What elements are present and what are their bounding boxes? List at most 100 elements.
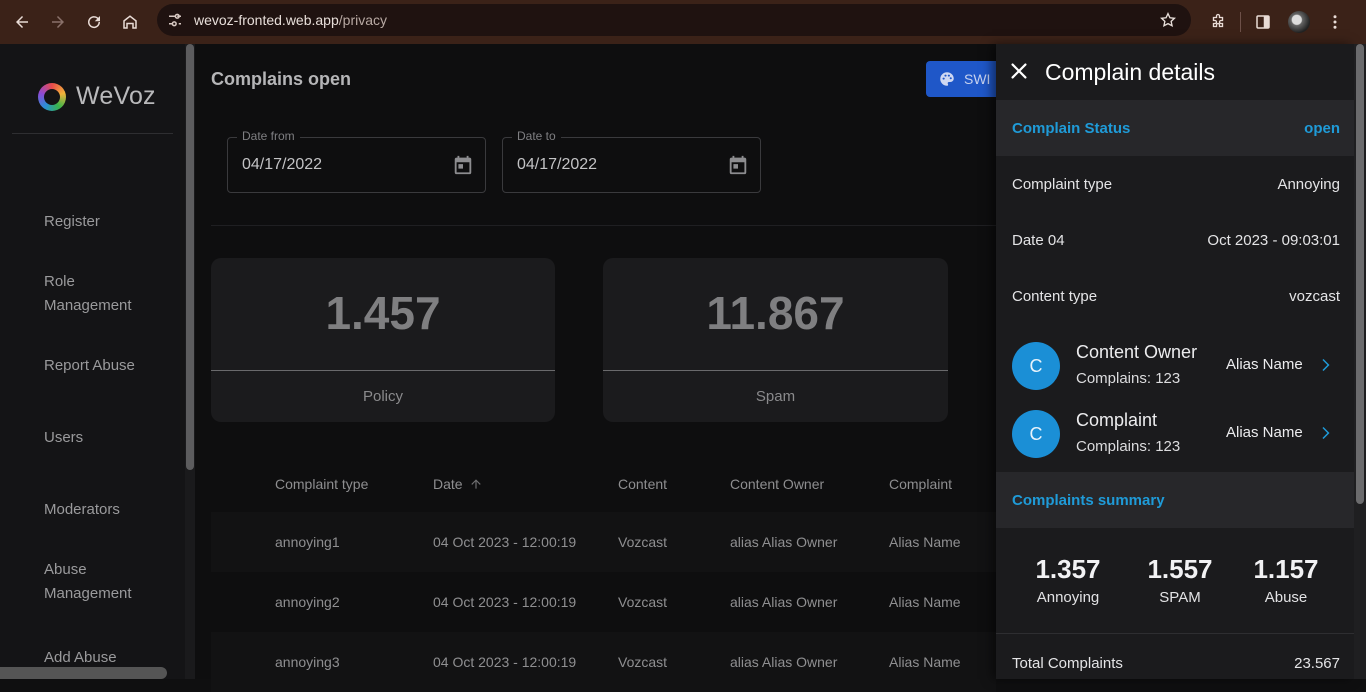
total-complaints-row: Total Complaints 23.567 bbox=[1012, 655, 1340, 679]
home-button[interactable] bbox=[112, 4, 148, 40]
sidebar-item-register[interactable]: Register bbox=[44, 210, 100, 234]
sidebar-item-moderators[interactable]: Moderators bbox=[44, 498, 120, 522]
address-bar[interactable]: wevoz-fronted.web.app/privacy bbox=[157, 4, 1191, 36]
site-info-icon[interactable] bbox=[166, 11, 184, 29]
complaints-summary-label: Complaints summary bbox=[1012, 492, 1165, 509]
sidebar: WeVoz Register Role Management Report Ab… bbox=[0, 44, 185, 679]
reload-button[interactable] bbox=[76, 4, 112, 40]
sidebar-scroll-thumb[interactable] bbox=[186, 44, 194, 470]
cell-date: 04 Oct 2023 - 12:00:19 bbox=[433, 594, 577, 610]
date-to-field[interactable]: Date to 04/17/2022 bbox=[502, 129, 761, 193]
forward-button[interactable] bbox=[40, 4, 76, 40]
bookmark-star-icon[interactable] bbox=[1159, 11, 1177, 29]
back-button[interactable] bbox=[4, 4, 40, 40]
summary-stat-spam: 1.557 SPAM bbox=[1140, 554, 1220, 606]
complain-status-value: open bbox=[1304, 120, 1340, 137]
table-row[interactable]: annoying2 04 Oct 2023 - 12:00:19 Vozcast… bbox=[211, 572, 996, 632]
date-to-label: Date to bbox=[512, 129, 561, 143]
drawer-scrollbar[interactable] bbox=[1354, 44, 1366, 679]
stat-card-value: 1.457 bbox=[325, 287, 441, 339]
summary-stat-value: 1.357 bbox=[1035, 554, 1101, 584]
stat-card-spam[interactable]: 11.867 Spam bbox=[603, 258, 948, 422]
cell-content-owner: alias Alias Owner bbox=[730, 594, 838, 610]
side-panel-button[interactable] bbox=[1245, 4, 1281, 40]
content-owner-row[interactable]: C Content Owner Complains: 123 Alias Nam… bbox=[1012, 342, 1340, 394]
browser-menu-button[interactable] bbox=[1317, 4, 1353, 40]
sidebar-horizontal-scrollbar[interactable] bbox=[0, 667, 167, 679]
section-divider bbox=[211, 225, 996, 226]
palette-icon bbox=[940, 72, 954, 86]
date-from-field[interactable]: Date from 04/17/2022 bbox=[227, 129, 486, 193]
complaints-summary-section: Complaints summary bbox=[996, 472, 1354, 528]
complaint-row[interactable]: C Complaint Complains: 123 Alias Name bbox=[1012, 410, 1340, 462]
brand-name: WeVoz bbox=[76, 82, 156, 110]
cell-content: Vozcast bbox=[618, 594, 668, 610]
profile-button[interactable] bbox=[1281, 4, 1317, 40]
cell-complaint: Alias Name bbox=[889, 594, 961, 610]
browser-tools bbox=[1200, 4, 1353, 40]
stat-card-value: 11.867 bbox=[706, 287, 845, 339]
url-text: wevoz-fronted.web.app/privacy bbox=[194, 12, 387, 28]
detail-value: Annoying bbox=[1277, 176, 1340, 193]
wevoz-logo-icon bbox=[38, 82, 66, 111]
brand-logo[interactable]: WeVoz bbox=[38, 82, 156, 111]
table-row[interactable]: annoying1 04 Oct 2023 - 12:00:19 Vozcast… bbox=[211, 512, 996, 572]
arrow-right-icon bbox=[52, 16, 64, 28]
person-role: Complaint bbox=[1076, 410, 1158, 430]
table-row[interactable]: annoying3 04 Oct 2023 - 12:00:19 Vozcast… bbox=[211, 632, 996, 692]
summary-divider bbox=[996, 633, 1354, 634]
cell-content: Vozcast bbox=[618, 534, 668, 550]
person-alias: Alias Name bbox=[1226, 356, 1303, 373]
sidebar-scrollbar[interactable] bbox=[185, 44, 195, 679]
drawer-scroll-thumb[interactable] bbox=[1356, 44, 1364, 504]
detail-key: Date 04 bbox=[1012, 232, 1065, 249]
person-alias: Alias Name bbox=[1226, 424, 1303, 441]
detail-row-complaint-type: Complaint type Annoying bbox=[1012, 176, 1340, 200]
date-to-value[interactable]: 04/17/2022 bbox=[517, 156, 597, 174]
cell-date: 04 Oct 2023 - 12:00:19 bbox=[433, 534, 577, 550]
column-header-content-owner[interactable]: Content Owner bbox=[730, 476, 824, 492]
complain-status-label: Complain Status bbox=[1012, 120, 1131, 137]
sidebar-item-role-management[interactable]: Role Management bbox=[44, 270, 132, 318]
sidebar-item-abuse-management[interactable]: Abuse Management bbox=[44, 558, 132, 606]
column-header-content[interactable]: Content bbox=[618, 476, 667, 492]
extensions-button[interactable] bbox=[1200, 4, 1236, 40]
sidebar-item-report-abuse[interactable]: Report Abuse bbox=[44, 354, 135, 378]
avatar: C bbox=[1012, 342, 1060, 390]
summary-stat-abuse: 1.157 Abuse bbox=[1246, 554, 1326, 606]
detail-key: Content type bbox=[1012, 288, 1098, 305]
side-panel-icon bbox=[1256, 15, 1270, 29]
drawer-header: Complain details bbox=[996, 44, 1354, 100]
column-header-complaint-type[interactable]: Complaint type bbox=[275, 476, 368, 492]
calendar-icon[interactable] bbox=[452, 154, 474, 176]
cell-complaint: Alias Name bbox=[889, 534, 961, 550]
home-icon bbox=[123, 15, 137, 29]
more-vertical-icon bbox=[1333, 15, 1337, 29]
profile-avatar bbox=[1288, 11, 1310, 33]
date-from-value[interactable]: 04/17/2022 bbox=[242, 156, 322, 174]
calendar-icon[interactable] bbox=[727, 154, 749, 176]
toolbar-separator bbox=[1240, 12, 1241, 32]
cell-complaint-type: annoying2 bbox=[275, 594, 340, 610]
sidebar-item-users[interactable]: Users bbox=[44, 426, 83, 450]
chevron-right-icon[interactable] bbox=[1316, 424, 1334, 442]
summary-stat-value: 1.157 bbox=[1253, 554, 1319, 584]
chevron-right-icon[interactable] bbox=[1316, 356, 1334, 374]
summary-stat-label: Abuse bbox=[1264, 589, 1308, 606]
switch-theme-button[interactable]: SWI bbox=[926, 61, 1006, 97]
person-complains-count: Complains: 123 bbox=[1076, 438, 1181, 455]
sort-arrow-up-icon[interactable] bbox=[469, 477, 483, 491]
stat-card-label: Spam bbox=[755, 388, 796, 405]
switch-button-label: SWI bbox=[964, 71, 991, 87]
close-icon[interactable] bbox=[1008, 60, 1030, 82]
stat-card-label: Policy bbox=[362, 388, 403, 405]
stat-card-policy[interactable]: 1.457 Policy bbox=[211, 258, 555, 422]
main-content: Complains open SWI Date from 04/17/2022 … bbox=[195, 44, 1006, 692]
detail-row-content-type: Content type vozcast bbox=[1012, 288, 1340, 312]
sidebar-divider bbox=[12, 133, 173, 134]
detail-value: Oct 2023 - 09:03:01 bbox=[1207, 232, 1340, 249]
summary-stat-label: SPAM bbox=[1159, 589, 1201, 606]
app: WeVoz Register Role Management Report Ab… bbox=[0, 44, 1366, 692]
column-header-date[interactable]: Date bbox=[433, 476, 483, 492]
column-header-complaint[interactable]: Complaint bbox=[889, 476, 952, 492]
